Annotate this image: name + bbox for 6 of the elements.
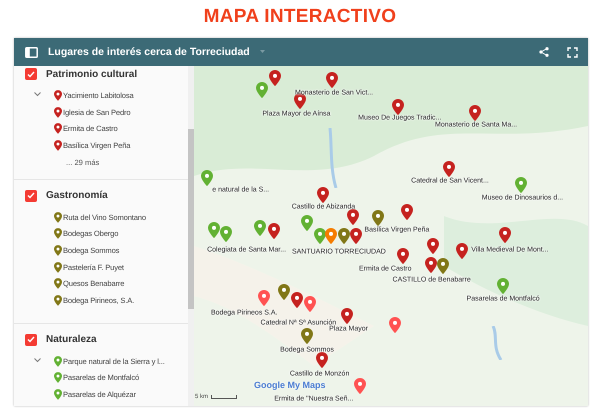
map-logo: Google My Maps — [254, 380, 326, 390]
page-title: MAPA INTERACTIVO — [204, 6, 396, 29]
layer-title: Naturaleza — [46, 334, 97, 346]
layer-title: Gastronomía — [46, 190, 108, 202]
layer-title: Patrimonio cultural — [46, 68, 138, 80]
map-title: Lugares de interés cerca de Torreciudad — [48, 46, 250, 58]
